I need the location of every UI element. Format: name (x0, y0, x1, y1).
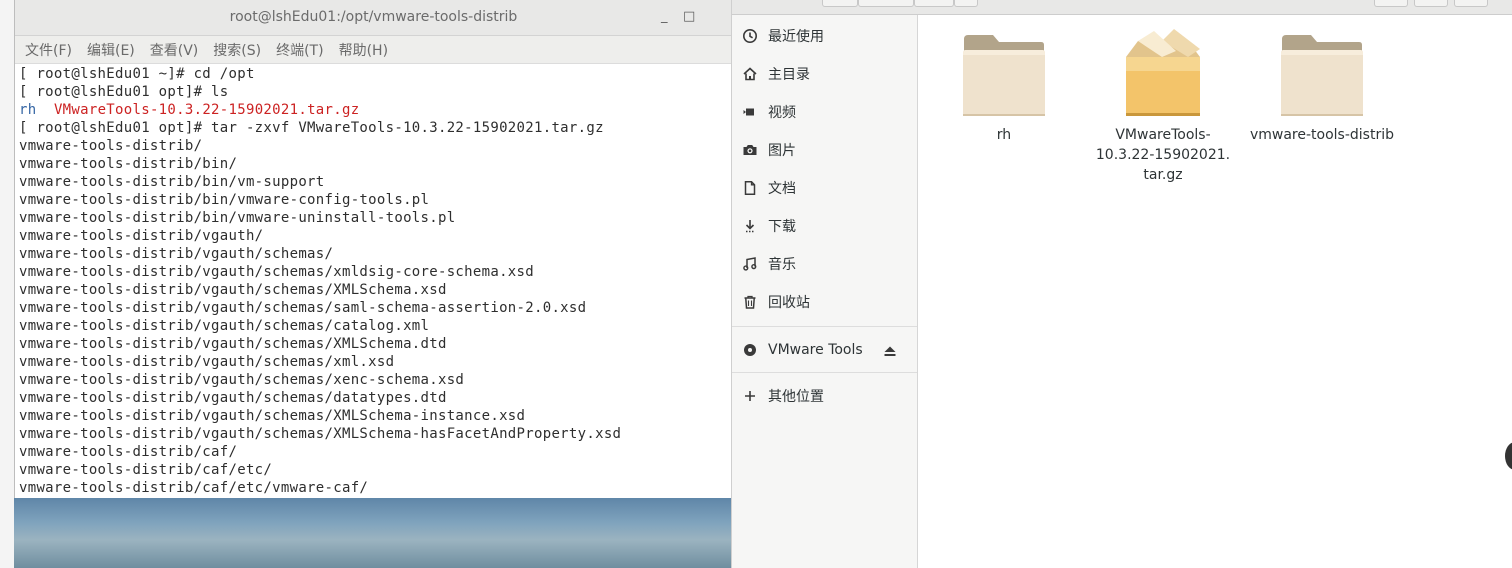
plus-icon (732, 389, 768, 403)
clock-icon (732, 28, 768, 44)
file-name-line: VMwareTools- (1115, 127, 1211, 143)
ls-archive-entry: VMwareTools-10.3.22-15902021.tar.gz (53, 102, 360, 118)
menu-edit[interactable]: 编辑(E) (87, 40, 135, 60)
terminal-line: vmware-tools-distrib/bin/vm-support (19, 174, 325, 190)
sidebar-item-music[interactable]: 音乐 (732, 246, 917, 282)
menu-terminal[interactable]: 终端(T) (276, 40, 323, 60)
terminal-line: vmware-tools-distrib/caf/etc/ (19, 462, 273, 478)
sidebar: 最近使用 主目录 视频 图片 文档 下载 音乐 回收站 VMware Tools… (732, 15, 918, 568)
sidebar-item-label: 下载 (768, 219, 796, 235)
terminal-line: vmware-tools-distrib/caf/ (19, 444, 238, 460)
sidebar-item-vmware-tools[interactable]: VMware Tools (732, 332, 917, 368)
toolbar-button[interactable] (1374, 0, 1408, 7)
terminal-line: vmware-tools-distrib/bin/vmware-uninstal… (19, 210, 456, 226)
sidebar-item-label: 视频 (768, 105, 796, 121)
terminal-line: vmware-tools-distrib/vgauth/schemas/xml.… (19, 354, 395, 370)
menu-file[interactable]: 文件(F) (25, 40, 72, 60)
terminal-window[interactable]: root@lshEdu01:/opt/vmware-tools-distrib … (14, 0, 732, 498)
terminal-line: [ root@lshEdu01 ~]# cd /opt (19, 66, 255, 82)
sidebar-item-label: 音乐 (768, 257, 796, 273)
file-manager-window[interactable]: 最近使用 主目录 视频 图片 文档 下载 音乐 回收站 VMware Tools… (731, 0, 1512, 568)
file-item-rh[interactable]: rh (929, 33, 1079, 145)
toolbar-button[interactable] (1454, 0, 1488, 7)
desktop-background (14, 498, 732, 568)
sidebar-item-recent[interactable]: 最近使用 (732, 18, 917, 54)
menu-search[interactable]: 搜索(S) (213, 40, 261, 60)
sidebar-item-home[interactable]: 主目录 (732, 56, 917, 92)
sidebar-item-label: VMware Tools (768, 342, 863, 358)
ls-dir-entry: rh (19, 102, 37, 118)
terminal-line: vmware-tools-distrib/vgauth/schemas/xmld… (19, 264, 534, 280)
sidebar-item-documents[interactable]: 文档 (732, 170, 917, 206)
file-name: vmware-tools-distrib (1249, 127, 1394, 143)
download-icon (732, 218, 768, 234)
file-name-line: 10.3.22-15902021. (1095, 147, 1231, 163)
toolbar-button[interactable] (822, 0, 858, 7)
file-name-line: tar.gz (1143, 167, 1183, 183)
toolbar-button[interactable] (954, 0, 978, 7)
terminal-line: [ root@lshEdu01 opt]# tar -zxvf VMwareTo… (19, 120, 604, 136)
music-icon (732, 256, 768, 272)
sidebar-item-pictures[interactable]: 图片 (732, 132, 917, 168)
package-icon (1126, 29, 1200, 116)
sidebar-separator (732, 326, 917, 327)
toolbar-button[interactable] (1414, 0, 1448, 7)
sidebar-item-label: 主目录 (768, 67, 810, 83)
home-icon (732, 66, 768, 82)
terminal-line: vmware-tools-distrib/vgauth/schemas/XMLS… (19, 426, 622, 442)
disc-icon (732, 342, 768, 358)
terminal-line: vmware-tools-distrib/caf/etc/vmware-caf/ (19, 480, 369, 496)
sidebar-item-downloads[interactable]: 下载 (732, 208, 917, 244)
terminal-line: vmware-tools-distrib/vgauth/schemas/cata… (19, 318, 430, 334)
scroll-handle[interactable] (1505, 442, 1512, 470)
sidebar-item-videos[interactable]: 视频 (732, 94, 917, 130)
sidebar-item-label: 文档 (768, 181, 796, 197)
toolbar-button[interactable] (858, 0, 914, 7)
terminal-output[interactable]: [ root@lshEdu01 ~]# cd /opt [ root@lshEd… (19, 65, 732, 498)
terminal-line: vmware-tools-distrib/vgauth/schemas/ (19, 246, 334, 262)
terminal-line: vmware-tools-distrib/vgauth/schemas/XMLS… (19, 408, 526, 424)
sidebar-item-label: 最近使用 (768, 29, 824, 45)
file-item-vmware-tools-distrib[interactable]: vmware-tools-distrib (1247, 33, 1397, 145)
terminal-line: vmware-tools-distrib/vgauth/schemas/XMLS… (19, 336, 447, 352)
sidebar-item-trash[interactable]: 回收站 (732, 284, 917, 320)
terminal-line: vmware-tools-distrib/vgauth/schemas/data… (19, 390, 447, 406)
menu-help[interactable]: 帮助(H) (339, 40, 388, 60)
eject-icon[interactable] (883, 343, 897, 362)
terminal-titlebar[interactable]: root@lshEdu01:/opt/vmware-tools-distrib … (15, 0, 732, 36)
terminal-line: vmware-tools-distrib/bin/ (19, 156, 238, 172)
sidebar-item-other-locations[interactable]: 其他位置 (732, 378, 917, 414)
file-item-vmwaretools-archive[interactable]: VMwareTools- 10.3.22-15902021. tar.gz (1088, 27, 1238, 185)
sidebar-item-label: 图片 (768, 143, 796, 159)
video-icon (732, 104, 768, 120)
terminal-line: vmware-tools-distrib/vgauth/schemas/saml… (19, 300, 587, 316)
sidebar-item-label: 回收站 (768, 295, 810, 311)
file-name: rh (996, 127, 1012, 143)
folder-icon (963, 35, 1045, 116)
camera-icon (732, 142, 768, 158)
terminal-line: vmware-tools-distrib/ (19, 138, 203, 154)
terminal-line: vmware-tools-distrib/vgauth/schemas/XMLS… (19, 282, 447, 298)
terminal-line: vmware-tools-distrib/bin/vmware-config-t… (19, 192, 430, 208)
folder-icon (1281, 35, 1363, 116)
sidebar-separator (732, 372, 917, 373)
terminal-line-ls-output: rh VMwareTools-10.3.22-15902021.tar.gz (19, 101, 732, 119)
terminal-title: root@lshEdu01:/opt/vmware-tools-distrib (229, 9, 518, 25)
terminal-line: vmware-tools-distrib/vgauth/ (19, 228, 264, 244)
terminal-line: [ root@lshEdu01 opt]# ls (19, 84, 229, 100)
file-view[interactable]: rh VMwareTools- 10.3.22-15902021. tar.gz (918, 15, 1512, 568)
trash-icon (732, 294, 768, 310)
menu-view[interactable]: 查看(V) (150, 40, 199, 60)
minimize-button[interactable]: _ (661, 9, 668, 24)
document-icon (732, 180, 768, 196)
toolbar-button[interactable] (914, 0, 954, 7)
terminal-menubar: 文件(F) 编辑(E) 查看(V) 搜索(S) 终端(T) 帮助(H) (15, 36, 732, 64)
terminal-line: vmware-tools-distrib/vgauth/schemas/xenc… (19, 372, 465, 388)
desktop-edge (0, 0, 14, 568)
file-manager-toolbar (732, 0, 1512, 15)
sidebar-item-label: 其他位置 (768, 389, 824, 405)
file-name: VMwareTools- 10.3.22-15902021. tar.gz (1088, 125, 1238, 185)
maximize-button[interactable]: □ (683, 9, 695, 24)
